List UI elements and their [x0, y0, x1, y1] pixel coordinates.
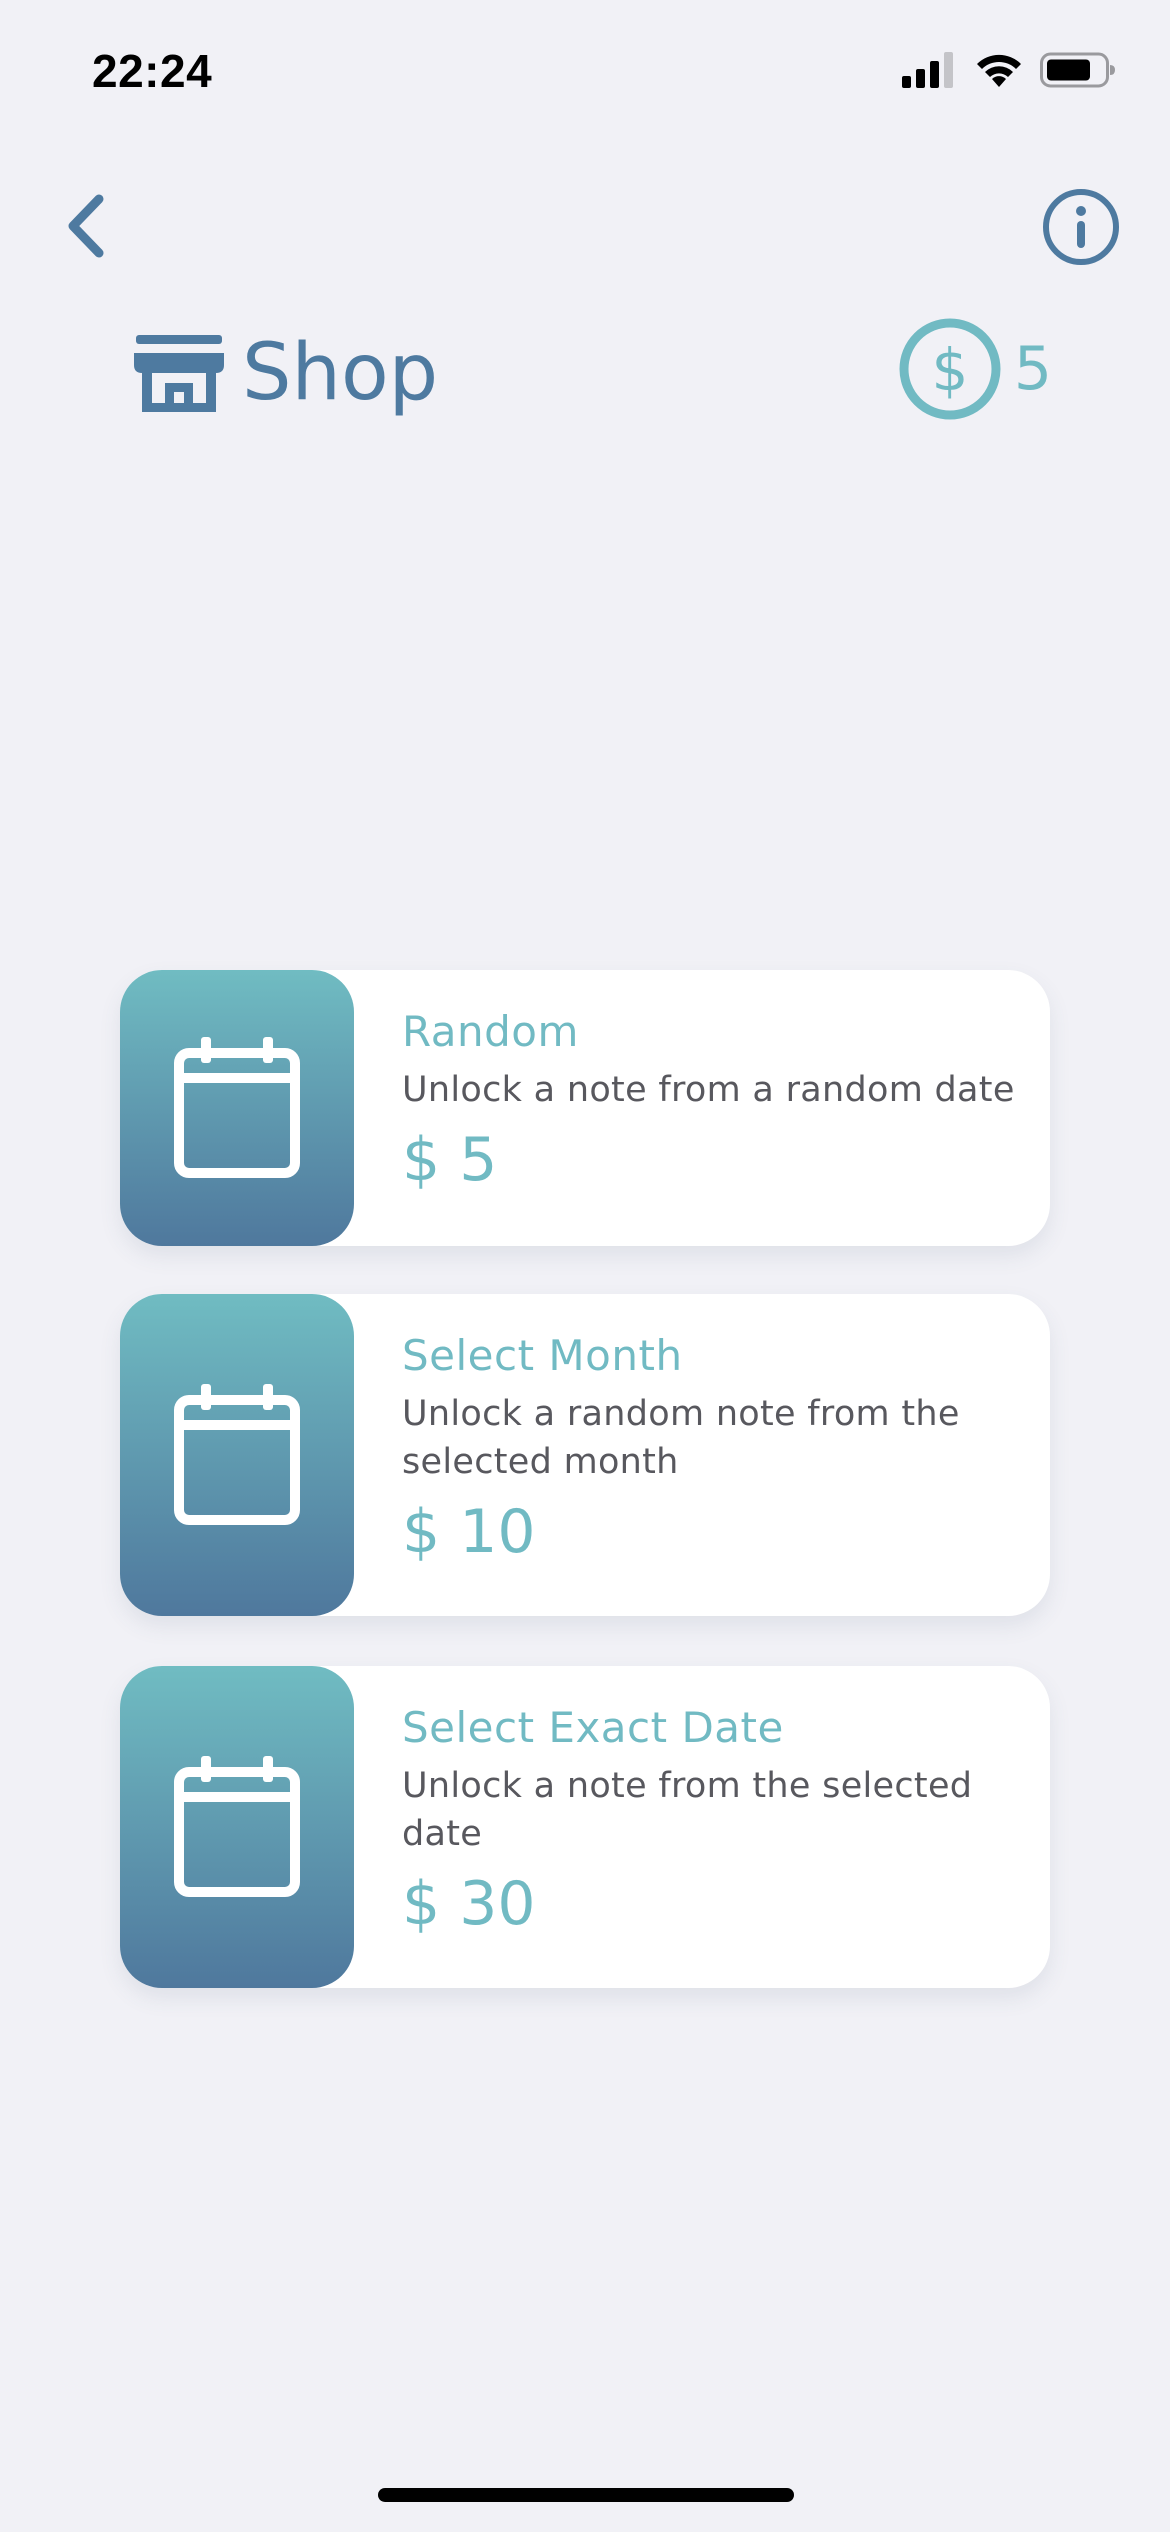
card-icon-box [120, 1294, 354, 1616]
item-description: Unlock a random note from the selected m… [402, 1394, 960, 1482]
item-price: $ 30 [402, 1869, 536, 1939]
wifi-icon [977, 54, 1021, 87]
card-body: Select Exact Date Unlock a note from the… [402, 1700, 1030, 1940]
item-description: Unlock a note from the selected date [402, 1766, 973, 1854]
card-icon-box [120, 970, 354, 1246]
calendar-icon [174, 1756, 300, 1897]
item-title: Random [402, 1007, 579, 1056]
item-price: $ 5 [402, 1125, 498, 1195]
item-title: Select Month [402, 1331, 683, 1380]
card-body: Random Unlock a note from a random date … [402, 1004, 1030, 1196]
calendar-icon [174, 1384, 300, 1525]
status-time: 22:24 [92, 45, 213, 97]
info-button[interactable] [1040, 186, 1122, 268]
item-price: $ 10 [402, 1497, 536, 1567]
cellular-signal-icon [902, 52, 953, 88]
card-icon-box [120, 1666, 354, 1988]
shop-item-select-month[interactable]: Select Month Unlock a random note from t… [120, 1294, 1050, 1616]
item-title: Select Exact Date [402, 1703, 784, 1752]
page-title: Shop [242, 328, 439, 418]
status-icons [902, 52, 1116, 88]
store-icon [134, 335, 224, 412]
info-circle-icon [1043, 189, 1119, 265]
item-description: Unlock a note from a random date [402, 1070, 1015, 1110]
home-indicator[interactable] [378, 2488, 794, 2502]
shop-item-random[interactable]: Random Unlock a note from a random date … [120, 970, 1050, 1246]
battery-icon [1040, 52, 1115, 88]
coin-count: 5 [1013, 334, 1052, 404]
shop-item-select-exact-date[interactable]: Select Exact Date Unlock a note from the… [120, 1666, 1050, 1988]
dollar-circle-icon: $ [899, 318, 1001, 420]
calendar-icon [174, 1037, 300, 1178]
chevron-left-icon [68, 194, 104, 258]
back-button[interactable] [52, 186, 122, 266]
coin-balance: $ 5 [898, 316, 1052, 422]
page-header: Shop [132, 318, 438, 428]
svg-text:$: $ [931, 336, 968, 404]
card-body: Select Month Unlock a random note from t… [402, 1328, 1030, 1568]
